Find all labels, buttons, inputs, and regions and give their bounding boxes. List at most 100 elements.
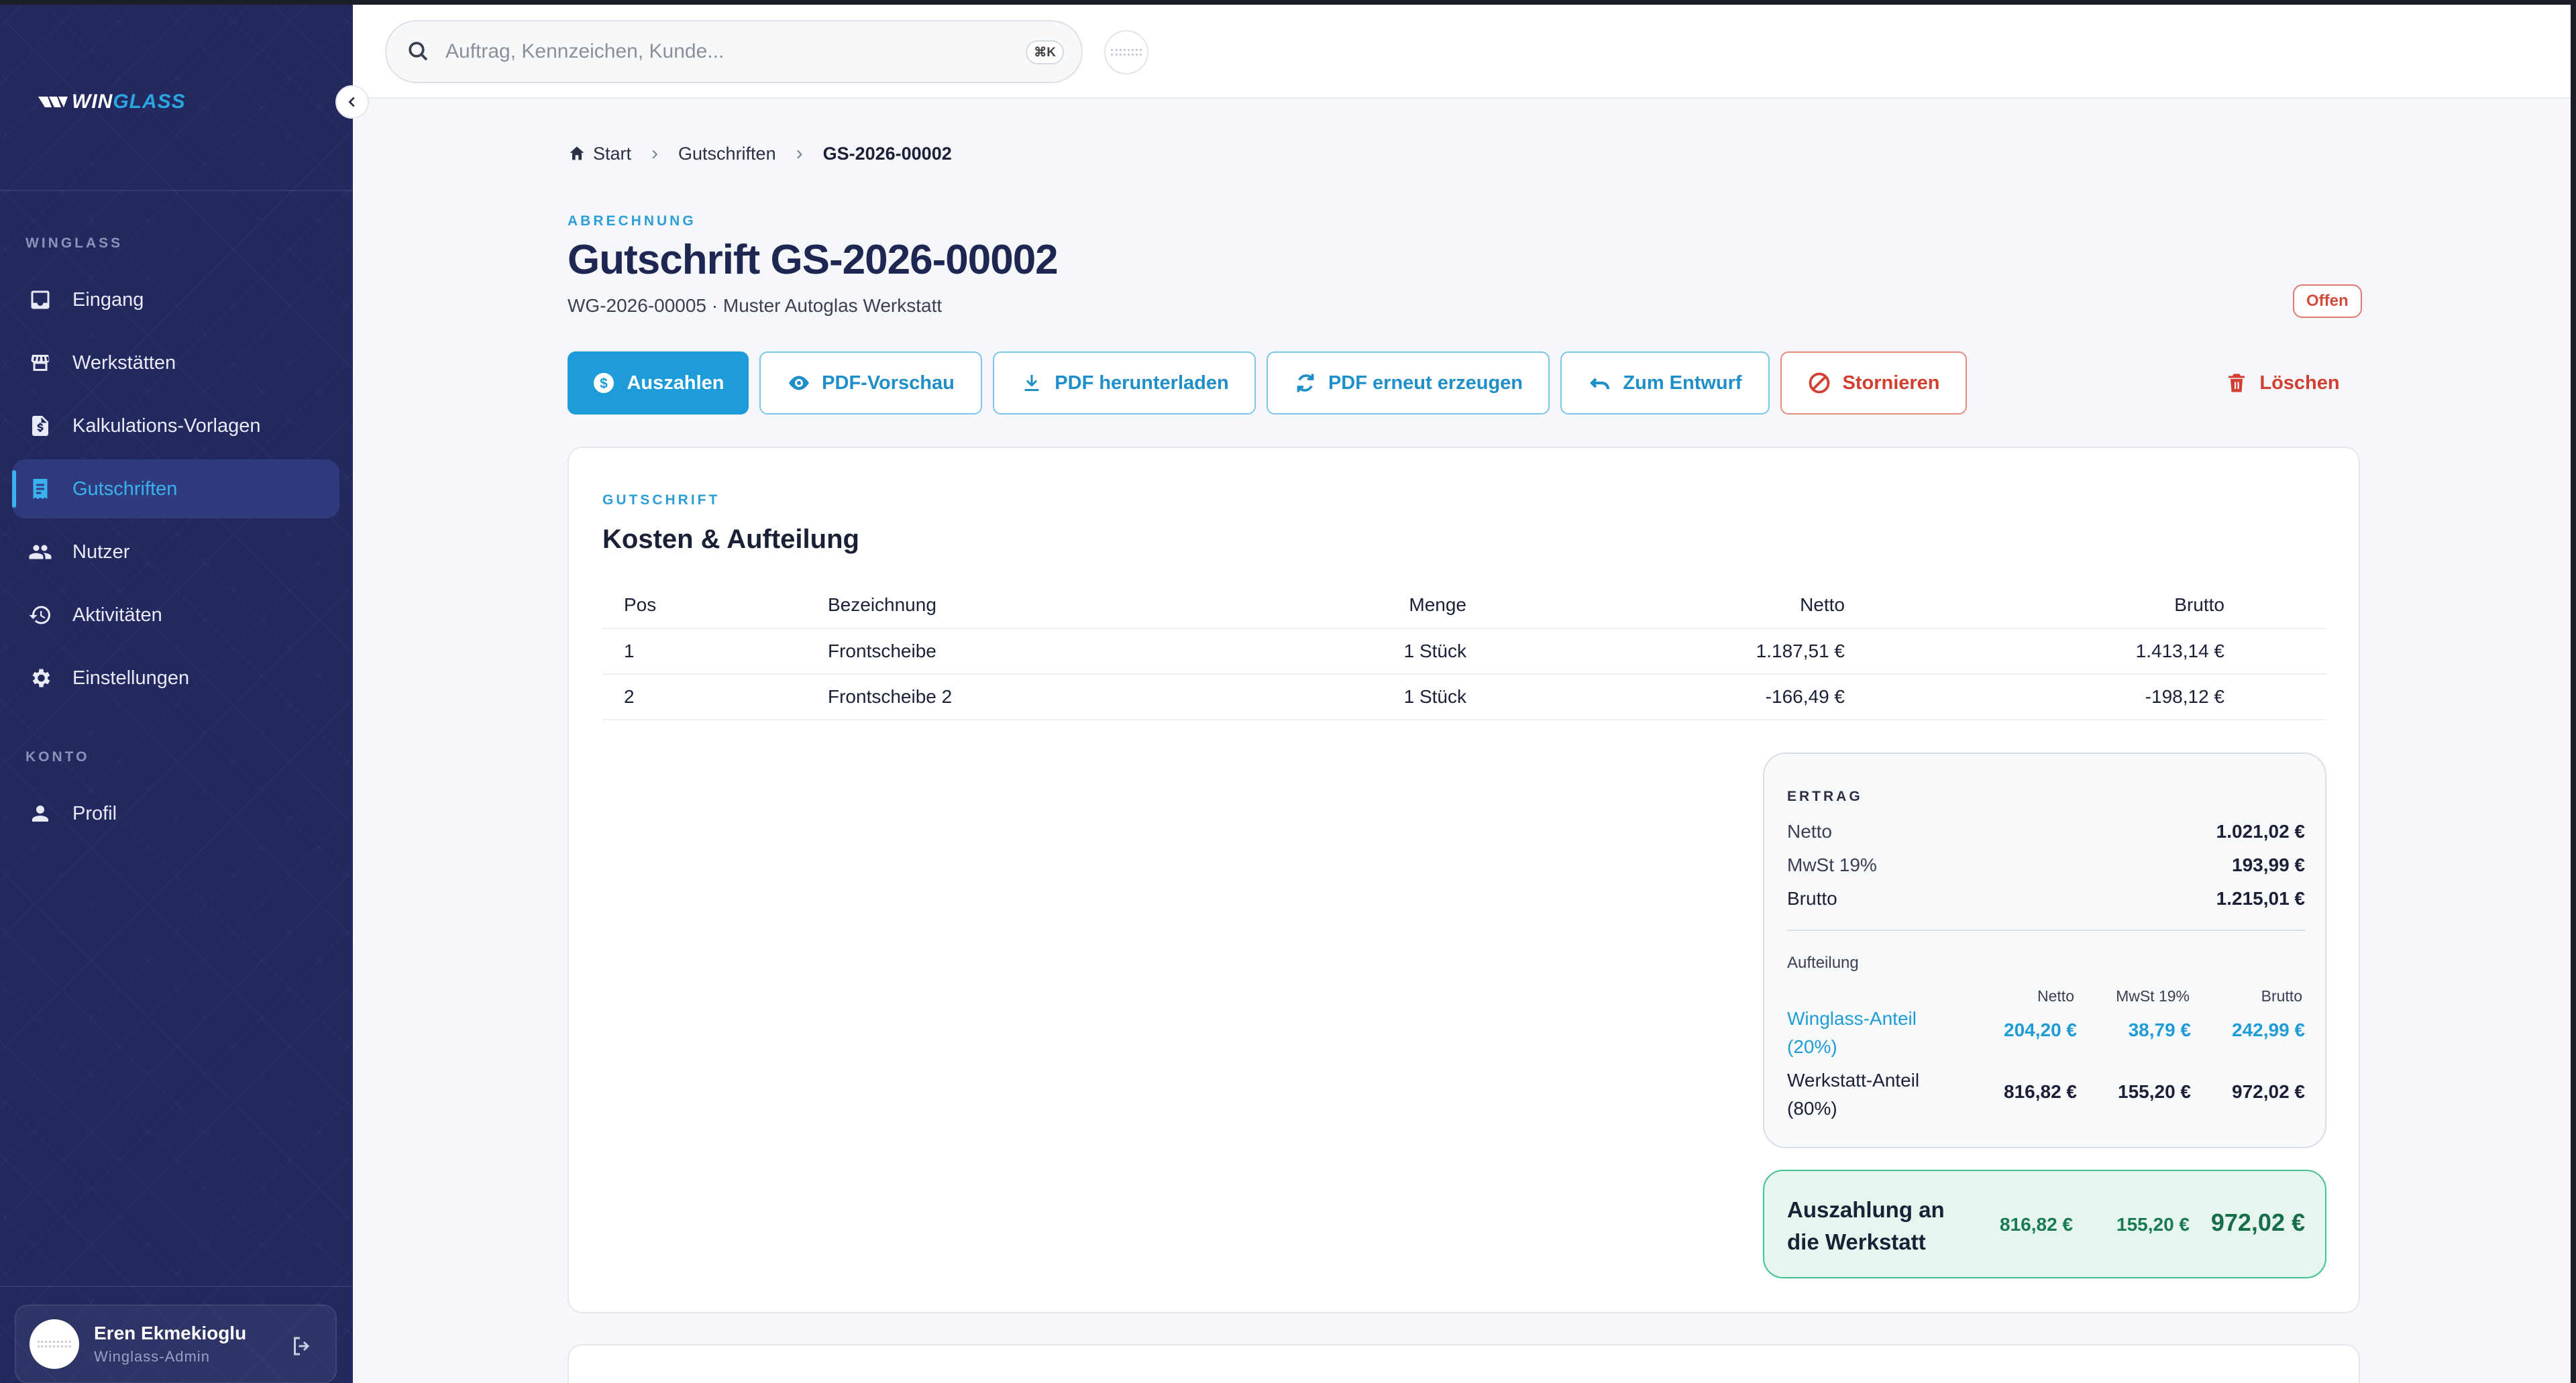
users-icon [29,545,52,559]
logo-wings-icon [38,97,68,107]
sidebar-item-label: Gutschriften [72,478,178,500]
table-row: 2 Frontscheibe 2 1 Stück -166,49 € -198,… [602,675,2326,720]
file-dollar-icon [32,416,48,436]
sidebar-item-label: Aktivitäten [72,604,162,626]
sidebar-item-kalkulations-vorlagen[interactable]: Kalkulations-Vorlagen [12,396,339,455]
topbar-avatar[interactable] [1104,30,1148,74]
svg-text:$: $ [600,376,608,392]
inbox-icon [31,290,50,309]
secondary-card [568,1344,2360,1383]
sidebar-section-winglass: WINGLASS [25,235,123,251]
payout-label: Auszahlung an die Werkstatt [1787,1197,1945,1254]
split-col-brutto: Brutto [2261,987,2302,1005]
history-icon [29,606,51,624]
ban-icon [1809,372,1830,394]
split-col-mwst: MwSt 19% [2116,987,2190,1005]
page-eyebrow: ABRECHNUNG [568,213,696,229]
sidebar-item-label: Eingang [72,288,144,311]
store-icon [31,355,50,371]
eye-icon [789,376,810,390]
chevron-left-icon [348,97,355,107]
sidebar-section-konto: KONTO [25,749,90,765]
logout-icon[interactable] [290,1334,314,1358]
col-netto: Netto [1800,594,1845,615]
sidebar-item-werkstaetten[interactable]: Werkstätten [12,333,339,392]
logo-text: WINGLASS [72,91,186,113]
sidebar-divider [0,190,353,191]
sidebar-item-einstellungen[interactable]: Einstellungen [12,649,339,708]
user-card[interactable]: Eren Ekmekioglu Winglass-Admin [15,1305,337,1383]
winglass-logo[interactable]: WINGLASS [37,91,186,113]
sidebar-item-label: Profil [72,802,117,824]
page-subtitle: WG-2026-00005 · Muster Autoglas Werkstat… [568,295,943,316]
sidebar-item-label: Einstellungen [72,667,190,689]
sidebar-collapse-button[interactable] [335,85,369,119]
window-top-strip [0,0,2576,5]
card-title: Kosten & Aufteilung [602,524,859,554]
col-pos: Pos [624,594,657,615]
payout-summary: Auszahlung an die Werkstatt 816,82 € 155… [1763,1170,2326,1278]
sidebar-item-eingang[interactable]: Eingang [12,270,339,329]
credit-note-card: GUTSCHRIFT Kosten & Aufteilung Pos Bezei… [568,447,2360,1313]
refresh-icon [1297,374,1314,392]
breadcrumb: Start › Gutschriften › GS-2026-00002 [568,142,952,165]
to-draft-button[interactable]: Zum Entwurf [1560,351,1770,414]
breadcrumb-separator-icon: › [796,142,803,164]
split-label: Aufteilung [1787,954,1859,972]
user-name: Eren Ekmekioglu [94,1323,247,1343]
gear-icon [32,669,50,687]
sidebar-bottom-divider [0,1286,353,1287]
ertrag-netto-row: Netto 1.021,02 € [1787,821,2305,842]
col-bezeichnung: Bezeichnung [828,594,936,615]
sidebar-item-label: Nutzer [72,541,130,563]
table-header: Pos Bezeichnung Menge Netto Brutto [602,582,2326,629]
search-bar[interactable]: ⌘K [385,20,1083,83]
ertrag-brutto-row: Brutto 1.215,01 € [1787,888,2305,909]
payout-netto: 816,82 € [2000,1214,2073,1235]
search-shortcut-badge: ⌘K [1026,40,1064,64]
sidebar-item-label: Kalkulations-Vorlagen [72,414,261,437]
line-items-table: Pos Bezeichnung Menge Netto Brutto 1 Fro… [602,582,2326,720]
search-input[interactable] [445,40,996,63]
status-badge: Offen [2293,284,2362,318]
sidebar-item-nutzer[interactable]: Nutzer [12,522,339,582]
user-role: Winglass-Admin [94,1348,210,1365]
topbar: ⌘K [353,5,2576,99]
breadcrumb-current: GS-2026-00002 [822,143,952,164]
pdf-regenerate-button[interactable]: PDF erneut erzeugen [1267,351,1550,414]
sidebar-item-gutschriften[interactable]: Gutschriften [12,459,339,518]
table-row: 1 Frontscheibe 1 Stück 1.187,51 € 1.413,… [602,629,2326,675]
sidebar-item-aktivitaeten[interactable]: Aktivitäten [12,586,339,645]
ertrag-mwst-row: MwSt 19% 193,99 € [1787,854,2305,875]
ertrag-divider [1787,930,2305,931]
breadcrumb-home[interactable]: Start [593,144,631,164]
download-icon [1024,375,1039,391]
sidebar: WINGLASS WINGLASS Eingang Werkstätten Ka… [0,5,353,1383]
pay-button[interactable]: $ Auszahlen [568,351,749,414]
window-right-edge [2571,5,2576,1383]
home-icon [570,146,584,160]
payout-mwst: 155,20 € [2116,1214,2190,1235]
sidebar-item-profil[interactable]: Profil [12,784,339,843]
payout-brutto: 972,02 € [2210,1209,2305,1236]
delete-button[interactable]: Löschen [2204,351,2360,414]
avatar [30,1319,79,1369]
breadcrumb-gutschriften[interactable]: Gutschriften [678,144,776,164]
sidebar-item-label: Werkstätten [72,351,176,374]
split-col-netto: Netto [2037,987,2074,1005]
col-menge: Menge [1409,594,1466,615]
receipt-icon [33,479,48,499]
dollar-circle-icon: $ [594,373,614,393]
breadcrumb-separator-icon: › [651,142,659,164]
trash-icon [2229,374,2245,392]
person-icon [32,806,48,822]
search-icon [409,42,428,61]
col-brutto: Brutto [2174,594,2224,615]
split-row-winglass: Winglass-Anteil (20%) 204,20 € 38,79 € 2… [1787,1008,2305,1057]
card-eyebrow: GUTSCHRIFT [602,492,720,508]
page-title: Gutschrift GS-2026-00002 [568,237,1059,283]
pdf-preview-button[interactable]: PDF-Vorschau [759,351,982,414]
ertrag-summary: ERTRAG Netto 1.021,02 € MwSt 19% 193,99 € … [1763,753,2326,1148]
pdf-download-button[interactable]: PDF herunterladen [993,351,1256,414]
cancel-invoice-button[interactable]: Stornieren [1780,351,1967,414]
